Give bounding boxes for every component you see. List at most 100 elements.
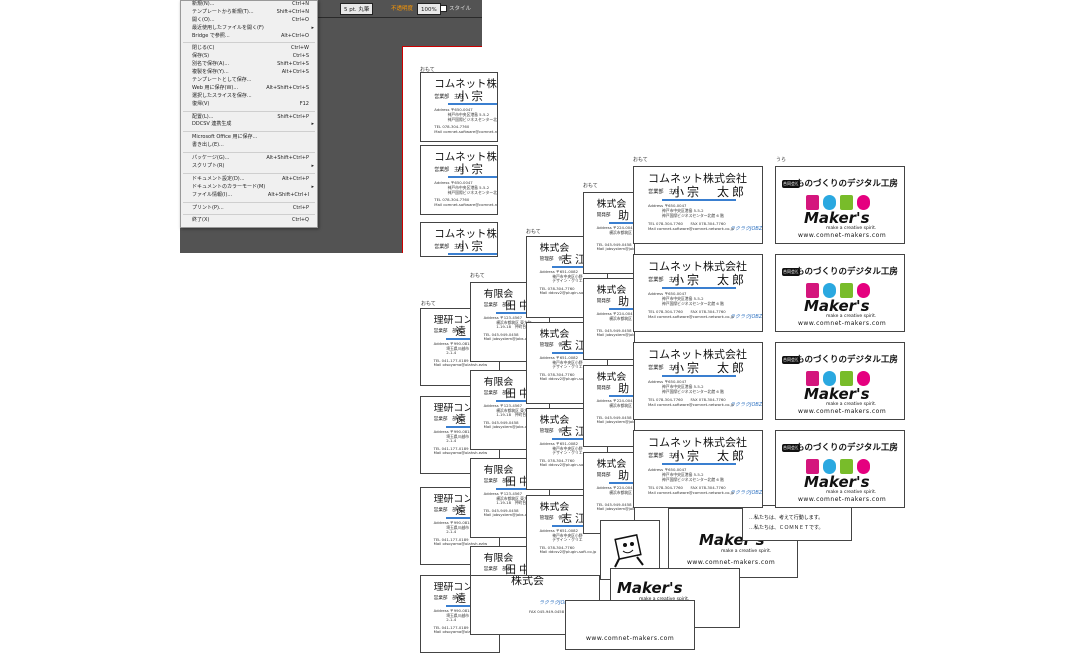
menu-item[interactable]: スクリプト(R) ▸: [181, 163, 317, 171]
person-name: 小宗 太: [457, 239, 497, 254]
brand-url: www.comnet-makers.com: [798, 232, 887, 239]
department: 開発部: [596, 212, 611, 218]
address-line3: 神戸国際ビジネスセンター北館: [447, 189, 498, 195]
menu-item[interactable]: パッケージ(G)... Alt+Shift+Ctrl+P: [181, 155, 317, 163]
style-swatch[interactable]: [440, 5, 447, 12]
menu-item[interactable]: ファイル情報(I)... Alt+Shift+Ctrl+I: [181, 192, 317, 200]
mail: Mail comnet-software@comnet-netwo: [434, 202, 498, 208]
menu-item[interactable]: 最近使用したファイルを開く(F) ▸: [181, 25, 317, 33]
submenu-arrow-icon: ▸: [311, 24, 314, 31]
menu-item[interactable]: 終了(X) Ctrl+Q: [181, 217, 317, 225]
menu-item-label: 配置(L)...: [192, 113, 214, 120]
scene: 5 pt. 丸筆 不透明度 100% スタイル 新規(N)... Ctrl+N テン…: [0, 0, 1088, 653]
menu-item[interactable]: プリント(P)... Ctrl+P: [181, 205, 317, 213]
person-name: 小宗 太郎: [672, 449, 748, 463]
brand-tagline: make a creative spirit.: [826, 402, 877, 407]
person-name: 小宗 太: [457, 162, 497, 177]
mail: Mail comnet-software@comnet-network.co.j…: [648, 226, 735, 231]
business-card-back: 合同会社 ものづくりのデジタル工房 Maker's make a creative s…: [775, 254, 905, 332]
menu-item-shortcut: Alt+Ctrl+O: [281, 32, 309, 39]
menu-item-label: 終了(X): [192, 217, 210, 224]
menu-item-shortcut: Ctrl+O: [291, 16, 309, 23]
logo-block: [857, 459, 870, 474]
business-card-back: www.comnet-makers.com: [565, 600, 695, 650]
logo-block: [823, 283, 836, 298]
mail: Mail jobsystem@jobs.co.jp: [596, 332, 635, 338]
brand-url: www.comnet-makers.com: [687, 559, 776, 566]
menu-item-label: Microsoft Office 用に保存...: [192, 134, 258, 141]
front-label: おもて: [633, 157, 648, 163]
address-line3: 2-1-4: [446, 529, 457, 535]
menu-item-shortcut: F12: [299, 100, 309, 107]
mail: Mail jobsystem@jobs.co.jp: [596, 419, 635, 425]
name-underline: [662, 287, 736, 289]
menu-item[interactable]: 復帰(V) F12: [181, 101, 317, 109]
address-line2: 横浜市都筑区: [609, 489, 632, 495]
menu-item[interactable]: ドキュメント設定(D)... Alt+Ctrl+P: [181, 176, 317, 184]
opacity-label[interactable]: 不透明度: [388, 3, 416, 15]
menu-item[interactable]: テンプレートから新規(T)... Shift+Ctrl+N: [181, 9, 317, 17]
person-name: 小宗 太: [457, 89, 497, 104]
address-line3: デザイン・クリエ: [552, 278, 583, 284]
mail: Mail comnet-software@comnet-network.co.j…: [648, 490, 735, 495]
brand-headline: ものづくりのデジタル工房: [796, 355, 898, 365]
brand-logo: Maker's: [804, 297, 870, 315]
message-line2: …私たちは、ＣＯＭＮＥＴです。: [749, 525, 824, 531]
menu-item[interactable]: 選択したスライスを保存...: [181, 93, 317, 101]
address-line3: デザイン・クリエ: [552, 450, 583, 456]
menu-item-label: テンプレートとして保存...: [192, 77, 252, 84]
menu-item-label: 最近使用したファイルを開く(F): [192, 24, 264, 31]
menu-item-label: Bridge で参照...: [192, 32, 230, 39]
brand-headline: ものづくりのデジタル工房: [796, 179, 898, 189]
business-card-front: コムネット株式会社 営業部 主任 小宗 太郎 Address 〒650-0047 神戸市…: [633, 342, 763, 420]
person-name: 小宗 太郎: [672, 361, 748, 375]
business-card-front: コムネット株営業部 主任小宗 太Address 〒650-0047神戸市中央区港…: [420, 72, 498, 142]
menu-item[interactable]: 書き出し(E)...: [181, 142, 317, 150]
person-name: 小宗 太郎: [672, 185, 748, 199]
address-line3: 2-1-4: [446, 617, 457, 623]
department: 開発部: [596, 385, 611, 391]
logo-block: [806, 371, 819, 386]
opacity-input[interactable]: 100%: [417, 3, 441, 15]
file-menu: 新規(N)... Ctrl+N テンプレートから新規(T)... Shift+Ctrl…: [180, 0, 318, 228]
menu-item[interactable]: Bridge で参照... Alt+Ctrl+O: [181, 33, 317, 41]
menu-item-label: パッケージ(G)...: [192, 155, 230, 162]
menu-separator: [183, 171, 315, 174]
menu-item[interactable]: DDCSV 連携生成 ▸: [181, 121, 317, 129]
menu-item-shortcut: Shift+Ctrl+N: [276, 8, 309, 15]
logo-block: [823, 195, 836, 210]
menu-item[interactable]: 複製を保存(Y)... Alt+Ctrl+S: [181, 69, 317, 77]
stroke-dropdown[interactable]: 5 pt. 丸筆: [340, 3, 374, 15]
style-label[interactable]: スタイル: [446, 3, 474, 15]
department: 開発部: [596, 298, 611, 304]
logo-block: [857, 371, 870, 386]
menu-item[interactable]: Web 用に保存(W)... Alt+Shift+Ctrl+S: [181, 85, 317, 93]
front-label: おもて: [421, 301, 436, 307]
menu-item-label: 新規(N)...: [192, 1, 215, 7]
address-line3: 2-1-4: [446, 438, 457, 444]
brand-url: www.comnet-makers.com: [798, 496, 887, 503]
logo-block: [840, 371, 853, 386]
menu-item[interactable]: 開く(O)... Ctrl+O: [181, 17, 317, 25]
address-line3: 神戸国際ビジネスセンター北館 6 階: [662, 301, 724, 306]
robot-icon: [614, 534, 644, 568]
address-line2: 横浜市都筑区: [609, 229, 632, 235]
logo-block: [840, 283, 853, 298]
front-label: おもて: [470, 273, 485, 279]
menu-item[interactable]: 別名で保存(A)... Shift+Ctrl+S: [181, 61, 317, 69]
menu-item-shortcut: Ctrl+P: [292, 204, 309, 211]
menu-item[interactable]: ドキュメントのカラーモード(M) ▸: [181, 184, 317, 192]
menu-item-label: 書き出し(E)...: [192, 142, 224, 149]
jobz-logo: ラクラクJOBZ: [730, 402, 763, 408]
menu-item-label: 閉じる(C): [192, 45, 215, 52]
menu-item-label: ドキュメント設定(D)...: [192, 175, 245, 182]
menu-item-label: 複製を保存(Y)...: [192, 69, 229, 76]
name-underline: [609, 221, 634, 224]
business-card-front: 株式会 開発部助 Address 〒224-0041 横浜市都筑区 TEL 045-94…: [583, 278, 635, 360]
menu-separator: [183, 150, 315, 154]
logo-block: [840, 195, 853, 210]
menu-item[interactable]: テンプレートとして保存...: [181, 77, 317, 85]
logo-block: [806, 459, 819, 474]
menu-item[interactable]: 新規(N)... Ctrl+N: [181, 1, 317, 9]
menu-item-label: 復帰(V): [192, 100, 210, 107]
